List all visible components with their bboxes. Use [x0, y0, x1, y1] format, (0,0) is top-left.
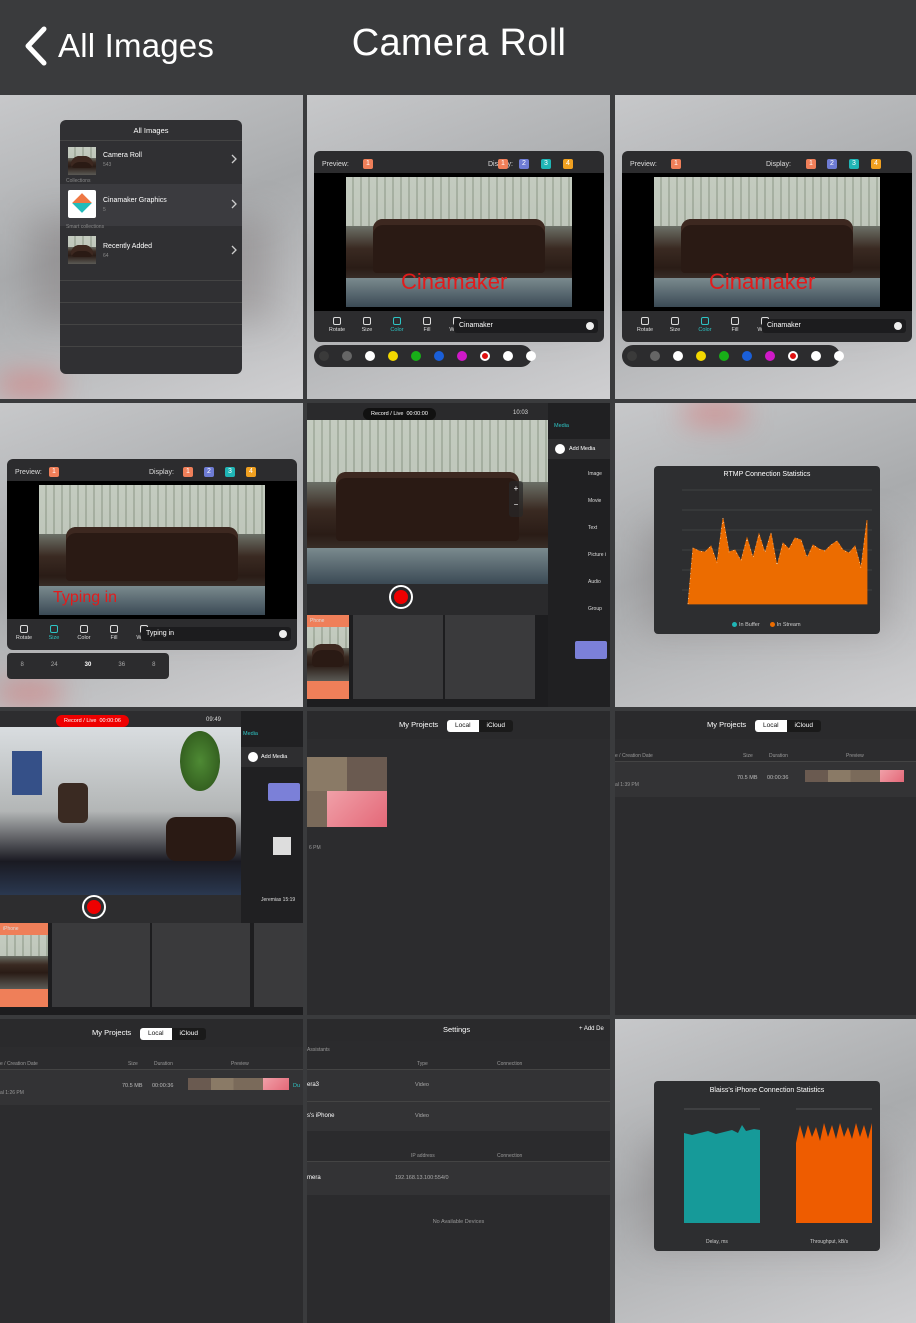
thumbnail-4[interactable]: Preview: 1 Display: 1 2 3 4 Typing in Ro…: [0, 403, 303, 707]
text-field[interactable]: Cinamaker: [454, 319, 598, 333]
rtmp-chart: RTMP Connection Statistics In Buffer In …: [654, 466, 880, 634]
thumbnail-9[interactable]: My Projects Local iCloud e / Creation Dat…: [615, 711, 916, 1015]
thumbnail-10[interactable]: My Projects Local iCloud e / Creation Dat…: [0, 1019, 303, 1323]
thumbnail-3[interactable]: Preview: 1 Display: 1 2 3 4 Cinamaker Ro…: [615, 95, 916, 399]
text-field[interactable]: Cinamaker: [762, 319, 906, 333]
chevron-right-icon: [231, 154, 237, 164]
thumbnail-12[interactable]: Blaiss's iPhone Connection Statistics De…: [615, 1019, 916, 1323]
chevron-right-icon: [231, 245, 237, 255]
thumbnail-1[interactable]: All Images Camera Roll 543 Collections C…: [0, 95, 303, 399]
thumbnail-11[interactable]: Settings + Add De Assistants Type Connec…: [307, 1019, 610, 1323]
record-button[interactable]: [82, 895, 106, 919]
thumbnail-6[interactable]: RTMP Connection Statistics In Buffer In …: [615, 403, 916, 707]
thumbnail-2[interactable]: Preview: 1 Display: 1 2 3 4 Cinamaker Ro…: [307, 95, 610, 399]
text-field[interactable]: Typing in: [141, 627, 291, 641]
chevron-right-icon: [231, 199, 237, 209]
record-button[interactable]: [389, 585, 413, 609]
thumbnail-7[interactable]: Record / Live 00:00:06 09:49 iPhone Medi…: [0, 711, 303, 1015]
menu-row-graphics[interactable]: Cinamaker Graphics 5: [60, 184, 242, 226]
nav-header: All Images Camera Roll: [0, 0, 916, 92]
menu-title: All Images: [133, 126, 169, 135]
iphone-stats-chart: Blaiss's iPhone Connection Statistics De…: [654, 1081, 880, 1251]
thumbnail-5[interactable]: Record / Live 00:00:00 10:03 + − Phone Me…: [307, 403, 610, 707]
menu-row-recent[interactable]: Recently Added 64: [60, 230, 242, 272]
thumbnail-8[interactable]: My Projects Local iCloud 6 PM: [307, 711, 610, 1015]
page-title: Camera Roll: [351, 22, 567, 64]
